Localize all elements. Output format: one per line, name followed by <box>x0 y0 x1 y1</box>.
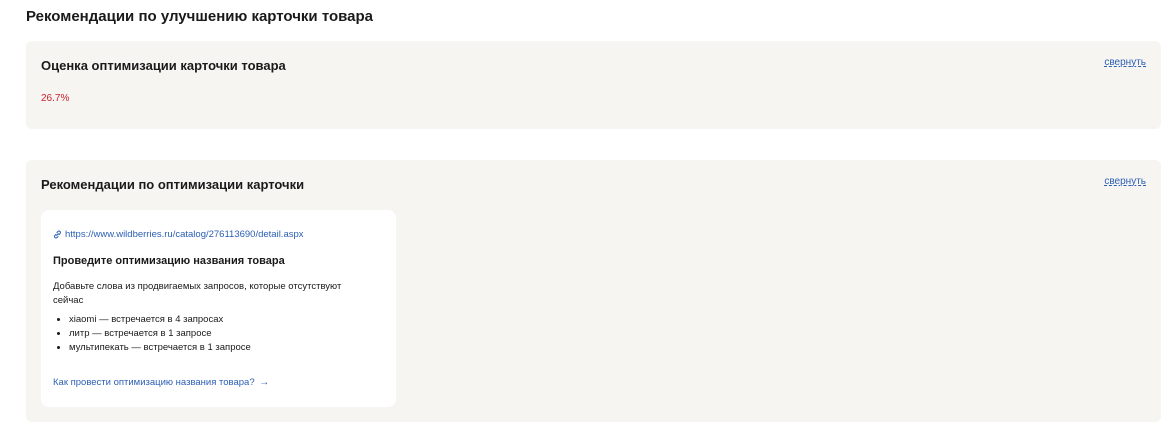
arrow-right-icon: → <box>259 377 270 388</box>
recommendation-description: Добавьте слова из продвигаемых запросов,… <box>53 281 342 306</box>
list-item: литр — встречается в 1 запросе <box>69 327 251 341</box>
recommendations-panel-heading: Рекомендации по оптимизации карточки <box>41 177 305 192</box>
help-link-text: Как провести оптимизацию названия товара… <box>53 377 255 388</box>
product-url-link[interactable]: https://www.wildberries.ru/catalog/27611… <box>53 228 304 241</box>
optimization-score-value: 26.7% <box>41 93 70 104</box>
score-panel: Оценка оптимизации карточки товара сверн… <box>26 41 1161 129</box>
recommendation-title: Проведите оптимизацию названия товара <box>53 255 285 267</box>
score-collapse-link[interactable]: свернуть <box>1104 56 1146 70</box>
list-item: мультипекать — встречается в 1 запросе <box>69 341 251 355</box>
optimization-help-link[interactable]: Как провести оптимизацию названия товара… <box>53 376 269 389</box>
missing-words-list: xiaomi — встречается в 4 запросах литр —… <box>53 313 251 355</box>
recommendations-panel: Рекомендации по оптимизации карточки све… <box>26 160 1161 422</box>
list-item: xiaomi — встречается в 4 запросах <box>69 313 251 327</box>
link-icon <box>53 230 62 239</box>
product-url-text: https://www.wildberries.ru/catalog/27611… <box>65 229 304 240</box>
recommendations-collapse-link[interactable]: свернуть <box>1104 175 1146 189</box>
recommendation-card: https://www.wildberries.ru/catalog/27611… <box>41 210 396 407</box>
page-title: Рекомендации по улучшению карточки товар… <box>26 8 373 25</box>
score-panel-heading: Оценка оптимизации карточки товара <box>41 58 286 73</box>
